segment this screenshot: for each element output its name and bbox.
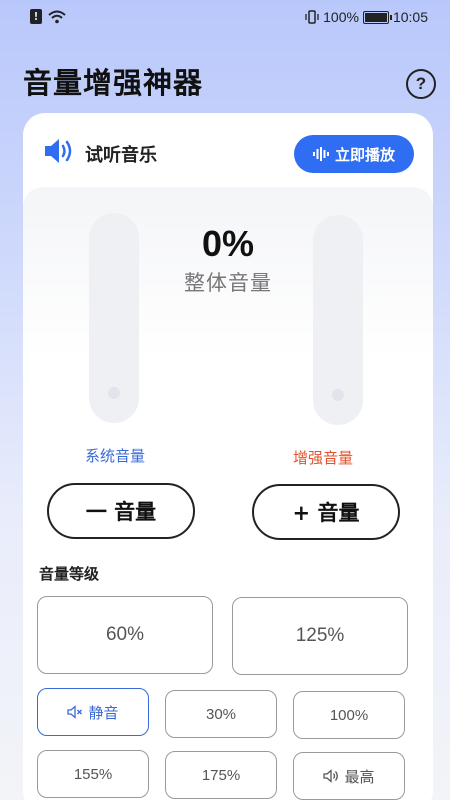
overall-volume-label: 整体音量 [184,271,272,295]
level-30-button[interactable]: 30% [165,690,277,738]
status-bar: ! 100% 10:05 [0,0,450,36]
main-card: 试听音乐 立即播放 0% 整体音量 系统音量 增强音量 一 音量 + 音量 音量… [23,113,433,800]
volume-max-icon [323,769,339,783]
overall-volume-value: 0% [201,223,255,264]
alert-icon: ! [30,9,42,24]
battery-charging-icon [362,10,392,24]
volume-level-title: 音量等级 [39,565,100,583]
play-now-label: 立即播放 [334,145,395,164]
status-right: 100% 10:05 [305,9,428,25]
vibrate-icon [305,10,319,24]
level-max-label: 最高 [344,767,375,786]
volume-up-button[interactable]: + 音量 [252,484,400,540]
volume-meter-panel: 0% 整体音量 [23,187,433,477]
sound-wave-icon [312,147,329,161]
speaker-icon [45,139,72,163]
play-now-button[interactable]: 立即播放 [294,135,414,173]
preview-music-label: 试听音乐 [85,145,157,166]
boost-volume-knob[interactable] [332,389,344,401]
level-155-button[interactable]: 155% [37,750,149,798]
boost-volume-label: 增强音量 [293,449,354,467]
wifi-icon [48,10,66,23]
status-left: ! [30,9,66,24]
level-100-button[interactable]: 100% [293,691,405,739]
page-title: 音量增强神器 [23,66,204,100]
battery-percent: 100% [323,9,359,25]
battery-fill [364,12,387,22]
level-mute-label: 静音 [88,703,119,722]
preview-row: 试听音乐 立即播放 [23,113,433,188]
system-volume-knob[interactable] [108,387,120,399]
mute-icon [67,705,83,719]
help-button[interactable]: ? [406,69,436,99]
level-mute-button[interactable]: 静音 [37,688,149,736]
level-60-button[interactable]: 60% [37,596,213,674]
volume-down-button[interactable]: 一 音量 [47,483,195,539]
level-125-button[interactable]: 125% [232,597,408,675]
level-max-button[interactable]: 最高 [293,752,405,800]
system-volume-label: 系统音量 [85,447,146,465]
status-time: 10:05 [392,9,428,25]
level-175-button[interactable]: 175% [165,751,277,799]
